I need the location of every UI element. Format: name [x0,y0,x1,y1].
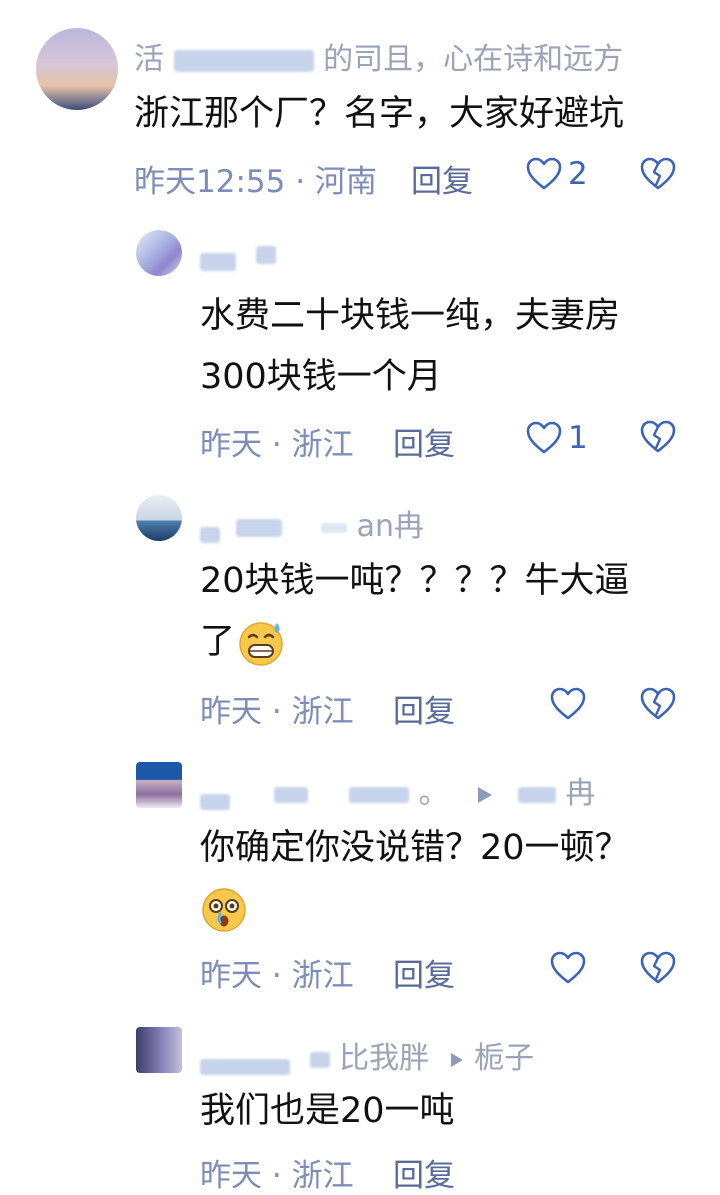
comment-meta: 昨天 · 浙江 [200,950,354,995]
reply-arrow-icon [449,1051,465,1069]
comment-time: 昨天 [200,427,262,463]
comment-time: 昨天12:55 [134,164,286,200]
redacted-name [200,1058,290,1075]
avatar[interactable] [136,762,182,808]
redacted-name [200,793,230,810]
shocked-face-emoji [200,886,248,934]
reply-button[interactable]: 回复 [393,1150,455,1195]
broken-heart-icon [640,951,676,984]
like-button[interactable]: 1 [526,420,588,456]
redacted-name [309,1051,330,1068]
comment-text: 你确定你没说错？20一顿？ [200,818,630,940]
redacted-name [235,518,282,537]
like-button[interactable] [550,951,592,985]
meta-separator: · [271,694,282,730]
redacted-name [321,522,348,533]
comment-location: 浙江 [291,427,354,463]
like-button[interactable] [550,687,592,721]
comment-meta: 昨天 · 浙江 [200,686,354,731]
heart-outline-icon [550,687,586,721]
avatar[interactable] [136,495,182,541]
comment-author[interactable]: 。 冉 [200,768,595,812]
comment-text: 20块钱一吨？？？？牛大逼 了 [200,551,630,673]
dislike-button[interactable] [640,420,676,454]
avatar[interactable] [136,230,182,276]
author-name-start: 活 [134,42,164,77]
reply-button[interactable]: 回复 [393,686,455,731]
meta-separator: · [271,427,282,463]
like-button[interactable]: 2 [526,156,588,192]
like-count: 2 [568,156,588,192]
broken-heart-icon [640,157,676,190]
reply-button[interactable]: 回复 [393,419,455,464]
redacted-name [200,252,236,271]
reply-button[interactable]: 回复 [411,156,473,201]
broken-heart-icon [640,687,676,720]
comment-meta: 昨天12:55 · 河南 [134,156,377,201]
author-name-end: 比我胖 [339,1041,430,1076]
like-count: 1 [568,420,588,456]
author-name-end: 冉 [565,776,596,811]
comment-author[interactable]: 比我胖 栀子 [200,1033,534,1077]
comment-text: 浙江那个厂？名字，大家好避坑 [134,94,625,134]
comment-time: 昨天 [200,1158,262,1194]
dislike-button[interactable] [640,951,676,985]
comment-location: 浙江 [291,1158,354,1194]
dislike-button[interactable] [640,687,676,721]
author-name-end: 的司且，心在诗和远方 [323,42,624,77]
meta-separator: · [271,1158,282,1194]
redacted-name [349,786,410,803]
redacted-name [173,49,314,72]
meta-separator: · [271,958,282,994]
comment-text: 我们也是20一吨 [200,1091,455,1131]
reply-arrow-icon [476,785,494,805]
comment-author[interactable] [200,236,276,271]
comment-author[interactable]: an冉 [200,501,424,545]
comment-meta: 昨天 · 浙江 [200,419,354,464]
avatar[interactable] [36,28,118,110]
grinning-sweat-emoji [237,619,285,667]
comment-time: 昨天 [200,958,262,994]
heart-outline-icon [526,157,562,191]
comment-author[interactable]: 活 的司且，心在诗和远方 [134,34,623,78]
reply-button[interactable]: 回复 [393,950,455,995]
avatar[interactable] [136,1027,182,1073]
comment-text: 水费二十块钱一纯，夫妻房 300块钱一个月 [200,296,621,397]
meta-separator: · [295,164,306,200]
comment-meta: 昨天 · 浙江 [200,1150,354,1195]
author-name-mid: 。 [418,776,449,811]
redacted-name [200,526,220,543]
dislike-button[interactable] [640,157,676,191]
heart-outline-icon [526,421,562,455]
reply-to-name[interactable]: 栀子 [474,1041,534,1076]
redacted-name [273,786,308,803]
comment-location: 浙江 [291,958,354,994]
comment-time: 昨天 [200,694,262,730]
comment-location: 河南 [314,164,377,200]
broken-heart-icon [640,420,676,453]
redacted-name [255,245,276,264]
heart-outline-icon [550,951,586,985]
comment-location: 浙江 [291,694,354,730]
author-name-end: an冉 [356,509,425,544]
redacted-name [517,786,556,803]
